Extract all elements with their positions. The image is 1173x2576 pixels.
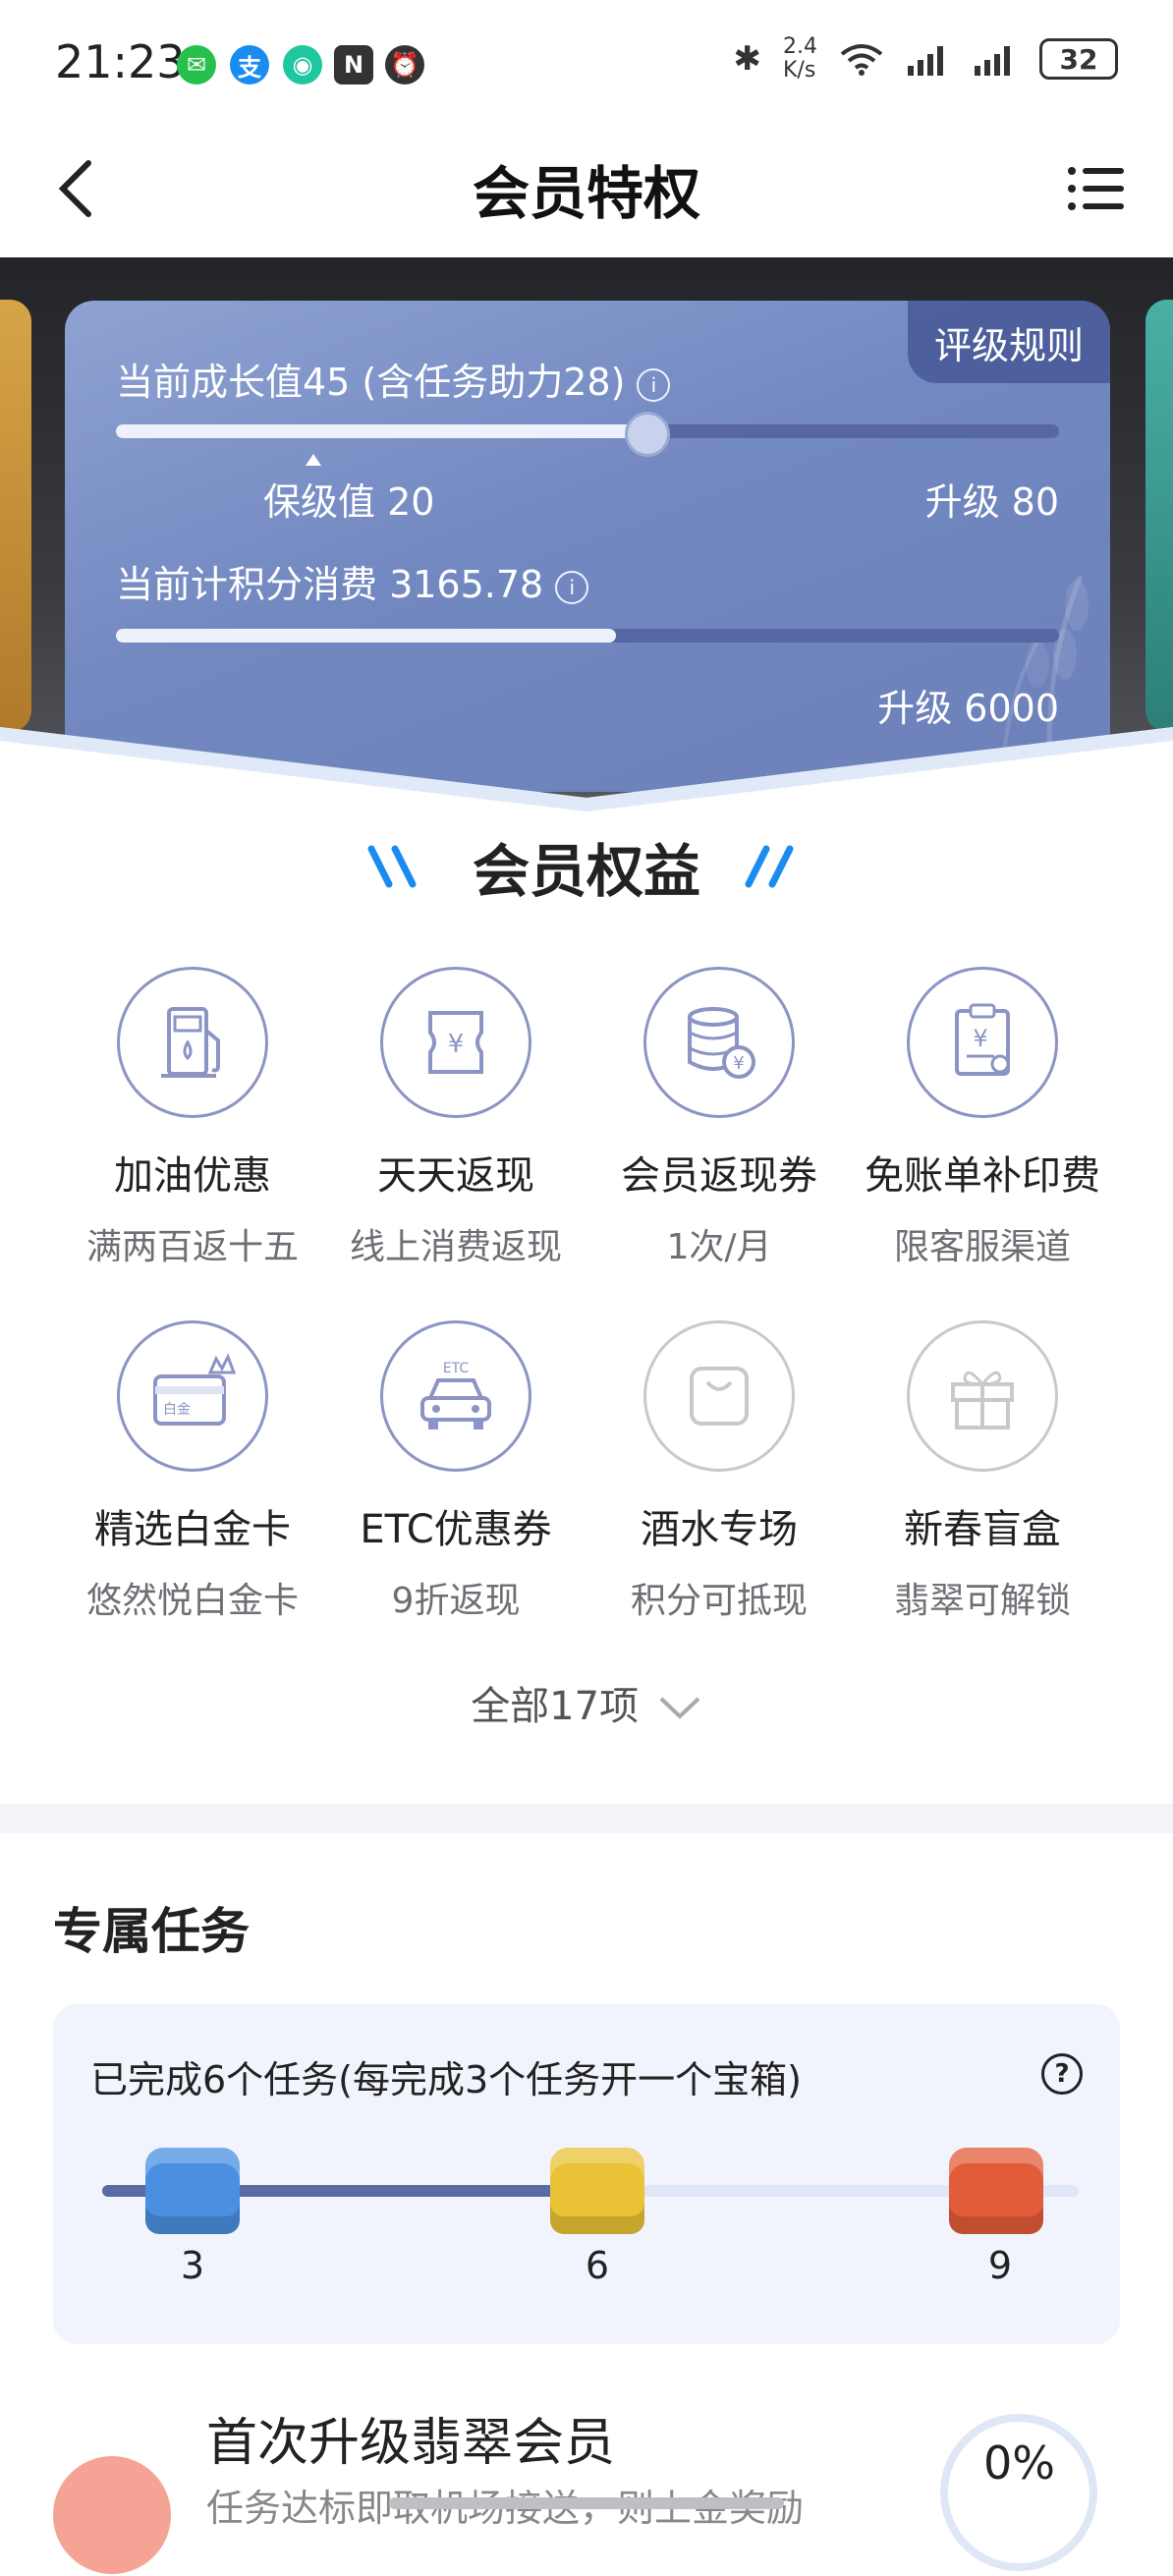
mission-item[interactable]: 首次升级翡翠会员 任务达标即取机场接送，则上金奖励 0% [0, 2397, 1173, 2574]
upgrade-points-label: 升级 6000 [877, 687, 1059, 730]
task-progress-box: 已完成6个任务(每完成3个任务开一个宝箱) ? 3 6 9 [53, 2004, 1120, 2344]
benefits-title: 会员权益 [472, 838, 700, 905]
status-right: ✱ 2.4 K/s 32 [733, 34, 1118, 83]
status-time: 21:23 [55, 35, 186, 88]
help-icon[interactable]: ? [1041, 2053, 1083, 2095]
benefit-liquor-zone[interactable]: 酒水专场 积分可抵现 [587, 1320, 851, 1623]
battery-indicator: 32 [1039, 38, 1118, 80]
benefit-platinum-card[interactable]: 白金 精选白金卡 悠然悦白金卡 [61, 1320, 324, 1623]
points-label: 当前计积分消费 3165.78 i [116, 554, 589, 608]
svg-text:ETC: ETC [443, 1361, 470, 1376]
yuan-ticket-icon: ¥ [380, 967, 531, 1118]
fuel-pump-icon [117, 967, 268, 1118]
treasure-chest-icon[interactable] [949, 2148, 1043, 2234]
svg-text:¥: ¥ [733, 1053, 744, 1074]
alarm-icon: ⏰ [385, 45, 424, 84]
info-icon[interactable]: i [637, 367, 671, 402]
benefit-cashback-coupon[interactable]: ¥ 会员返现券 1次/月 [587, 967, 851, 1269]
mission-title: 首次升级翡翠会员 [206, 2414, 616, 2473]
title-decoration-right [745, 845, 794, 888]
growth-value-label: 当前成长值45 (含任务助力28) i [116, 352, 671, 406]
bluetooth-icon: ✱ [733, 39, 762, 79]
net-speed: 2.4 K/s [783, 34, 817, 83]
keep-level-label: 保级值 20 [263, 480, 435, 524]
member-level-card[interactable]: 评级规则 当前成长值45 (含任务助力28) i 保级值 20 升级 80 当前计… [65, 301, 1110, 792]
keep-level-marker [306, 454, 321, 466]
mission-percent: 0% [983, 2436, 1055, 2490]
upgrade-growth-label: 升级 80 [924, 480, 1059, 524]
treasure-chest-icon[interactable] [550, 2148, 644, 2234]
section-divider [0, 1804, 1173, 1833]
info-icon[interactable]: i [555, 570, 589, 604]
growth-knob [624, 412, 670, 457]
car-icon: ETC [380, 1320, 531, 1472]
milestone-label: 9 [987, 2244, 1013, 2287]
alipay-icon: 支 [230, 45, 269, 84]
chevron-down-icon [659, 1697, 700, 1719]
points-fill [116, 629, 616, 643]
coin-stack-icon: ¥ [643, 967, 795, 1118]
clipboard-yuan-icon: ¥ [907, 967, 1058, 1118]
app-icon: ◉ [283, 45, 322, 84]
milestone-label: 6 [585, 2244, 610, 2287]
show-all-benefits-button[interactable]: 全部17项 [0, 1674, 1173, 1731]
wifi-icon [840, 44, 883, 76]
svg-text:¥: ¥ [973, 1025, 987, 1052]
next-level-card[interactable] [1145, 300, 1173, 732]
shopping-bag-icon [643, 1320, 795, 1472]
benefit-blind-box[interactable]: 新春盲盒 翡翠可解锁 [851, 1320, 1114, 1623]
benefit-fuel[interactable]: 加油优惠 满两百返十五 [61, 967, 324, 1269]
nfc-icon: N [334, 45, 373, 84]
mission-icon [53, 2456, 171, 2574]
platinum-card-icon: 白金 [117, 1320, 268, 1472]
task-progress-text: 已完成6个任务(每完成3个任务开一个宝箱) [90, 2058, 803, 2101]
svg-text:白金: 白金 [163, 1402, 191, 1418]
page-title: 会员特权 [472, 160, 700, 227]
tasks-title: 专属任务 [53, 1903, 250, 1960]
benefit-etc-coupon[interactable]: ETC ETC优惠券 9折返现 [324, 1320, 587, 1623]
rating-rules-button[interactable]: 评级规则 [908, 301, 1110, 383]
benefit-bill-reprint[interactable]: ¥ 免账单补印费 限客服渠道 [851, 967, 1114, 1269]
benefit-daily-cashback[interactable]: ¥ 天天返现 线上消费返现 [324, 967, 587, 1269]
wechat-icon: ✉ [177, 45, 216, 84]
menu-list-icon[interactable] [1067, 165, 1124, 212]
treasure-chest-icon[interactable] [145, 2148, 240, 2234]
mission-progress-ring [940, 2414, 1097, 2571]
milestone-label: 3 [180, 2244, 205, 2287]
signal-icon [908, 46, 943, 76]
svg-text:¥: ¥ [448, 1030, 465, 1059]
prev-level-card[interactable] [0, 300, 31, 732]
gift-box-icon [907, 1320, 1058, 1472]
signal-icon [975, 46, 1010, 76]
hero-wave [0, 727, 1173, 825]
growth-fill [116, 424, 644, 438]
home-indicator[interactable] [389, 2497, 784, 2509]
